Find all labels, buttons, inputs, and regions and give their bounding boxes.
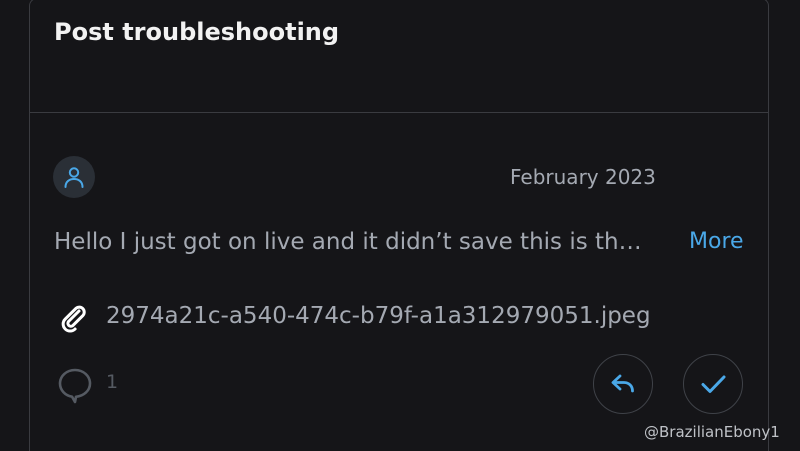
post-card xyxy=(29,0,769,451)
comment-count: 1 xyxy=(106,371,119,393)
more-link[interactable]: More xyxy=(689,229,744,254)
post-date: February 2023 xyxy=(510,165,656,189)
paperclip-icon xyxy=(61,305,86,333)
mark-solved-button[interactable] xyxy=(683,354,743,414)
checkmark-icon xyxy=(701,375,726,393)
reply-arrow-icon xyxy=(611,374,634,393)
post-title: Post troubleshooting xyxy=(54,18,340,46)
attachment-link[interactable]: 2974a21c-a540-474c-b79f-a1a312979051.jpe… xyxy=(106,303,651,329)
speech-bubble-icon[interactable] xyxy=(57,367,93,405)
post-screen: Post troubleshooting February 2023 Hello… xyxy=(0,0,800,451)
watermark: @BrazilianEbony1 xyxy=(644,423,780,441)
card-divider xyxy=(30,112,769,113)
user-icon xyxy=(64,167,84,188)
avatar[interactable] xyxy=(53,156,95,198)
post-message: Hello I just got on live and it didn’t s… xyxy=(54,229,642,255)
reply-button[interactable] xyxy=(593,354,653,414)
